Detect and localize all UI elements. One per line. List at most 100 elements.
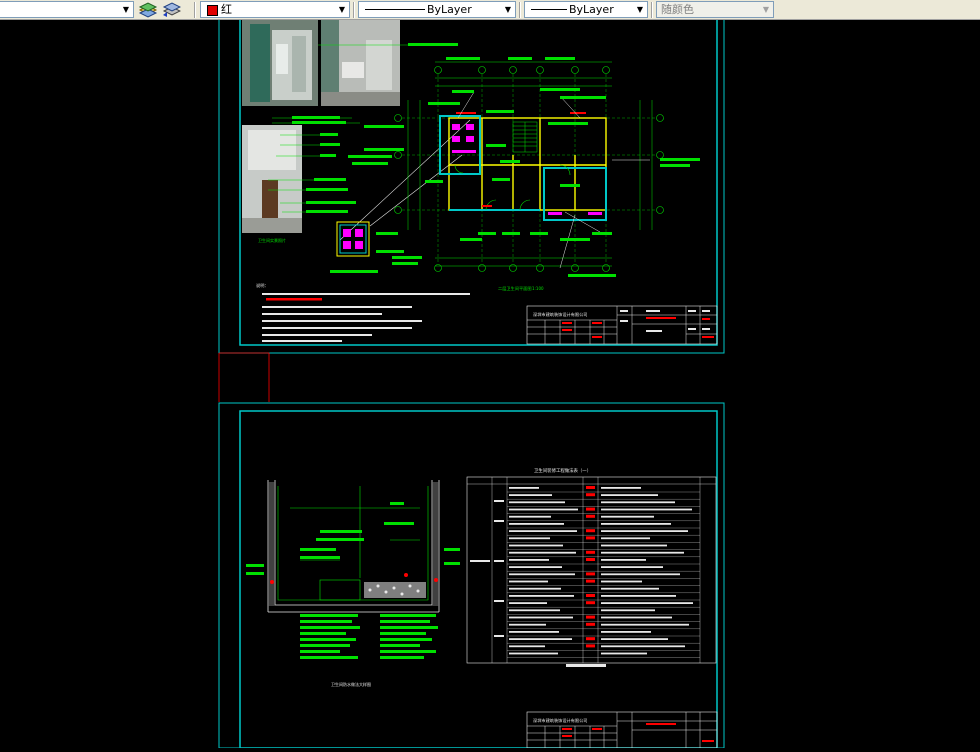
layers-stack-icon xyxy=(138,2,158,18)
toolbar-separator xyxy=(651,2,653,18)
table-cell-text xyxy=(509,609,560,612)
chevron-down-icon: ▼ xyxy=(338,5,346,14)
color-dropdown[interactable]: 红 ▼ xyxy=(200,1,350,18)
table-cell-text xyxy=(601,487,641,489)
table-cell-text xyxy=(509,566,562,568)
table-cell-text xyxy=(601,508,692,511)
table-cell-text xyxy=(601,638,668,640)
table-cell-text xyxy=(509,530,577,532)
lineweight-value: ByLayer xyxy=(569,3,614,16)
table-cell-text xyxy=(509,573,575,576)
table-group-label xyxy=(494,520,504,522)
toolbar-separator xyxy=(519,2,521,18)
chevron-down-icon: ▼ xyxy=(122,5,130,14)
toolbar-separator xyxy=(194,2,196,18)
plotstyle-dropdown[interactable]: 随颜色 ▼ xyxy=(656,1,774,18)
layer-previous-button[interactable] xyxy=(161,1,182,18)
plan-scale: 1:100 xyxy=(532,286,544,291)
table-cell-text xyxy=(601,559,646,561)
drawing-canvas[interactable]: 卫生间实景照片 二层卫生间平面图 1:100 说明： 深圳市建筑装饰设计有限公司… xyxy=(0,13,980,749)
layer-dropdown[interactable]: ▼ xyxy=(0,1,134,18)
table-cell-text xyxy=(509,580,548,583)
chevron-down-icon: ▼ xyxy=(762,5,770,14)
table-group-label xyxy=(494,500,504,502)
table-cell-text xyxy=(601,595,676,597)
table-red-mark xyxy=(586,493,595,497)
section-caption: 卫生间防水做法大样图 xyxy=(331,681,371,687)
table-cell-text xyxy=(601,544,667,547)
table-cell-text xyxy=(601,501,675,504)
table-cell-text xyxy=(509,652,558,655)
chevron-down-icon: ▼ xyxy=(504,5,512,14)
table-red-mark xyxy=(586,507,595,511)
color-swatch xyxy=(207,5,218,16)
table-red-mark xyxy=(586,637,595,641)
table-cell-text xyxy=(509,602,547,604)
cad-model-space[interactable]: 卫生间实景照片 二层卫生间平面图 1:100 说明： 深圳市建筑装饰设计有限公司… xyxy=(0,13,980,749)
table-cell-text xyxy=(509,551,576,554)
table-cell-text xyxy=(601,616,672,619)
table-red-mark xyxy=(586,558,595,561)
table-group-label xyxy=(494,635,504,637)
table-cell-text xyxy=(601,609,655,612)
make-current-layer-button[interactable] xyxy=(138,1,158,18)
table-red-mark xyxy=(586,622,595,626)
table-red-mark xyxy=(586,550,595,554)
table-cell-text xyxy=(601,587,659,590)
table-group-label xyxy=(494,560,504,562)
photo-toilet-2 xyxy=(321,20,400,106)
table-cell-text xyxy=(509,494,552,496)
photo-toilet-1 xyxy=(242,20,318,106)
table-cell-text xyxy=(601,580,642,583)
table-red-mark xyxy=(586,486,595,489)
table-cell-text xyxy=(509,523,564,525)
table-group-label xyxy=(494,600,504,602)
table-cell-text xyxy=(601,602,693,604)
notes-label: 说明： xyxy=(256,282,269,289)
table-cell-text xyxy=(601,631,651,633)
table-title: 卫生间装修工程做法表（一） xyxy=(534,467,591,474)
table-cell-text xyxy=(509,631,559,633)
table-cell-text xyxy=(509,638,572,640)
photo-corridor xyxy=(242,125,302,233)
table-cell-text xyxy=(509,537,550,540)
table-cell-text xyxy=(601,566,663,568)
table-red-mark xyxy=(586,601,595,605)
table-cell-text xyxy=(601,652,647,655)
toolbar-separator xyxy=(353,2,355,18)
linetype-sample xyxy=(365,9,425,10)
table-cell-text xyxy=(601,551,684,554)
table-group-label xyxy=(470,560,490,562)
linetype-value: ByLayer xyxy=(427,3,472,16)
table-red-mark xyxy=(586,514,595,518)
svg-text:卫生间实景照片: 卫生间实景照片 xyxy=(258,237,286,243)
table-red-mark xyxy=(586,529,595,533)
lineweight-sample xyxy=(531,9,567,10)
table-cell-text xyxy=(601,645,685,648)
table-cell-text xyxy=(509,595,574,597)
table-cell-text xyxy=(509,645,545,648)
table-cell-text xyxy=(601,530,688,532)
table-cell-text xyxy=(601,537,650,540)
table-cell-text xyxy=(509,487,539,489)
table-cell-text xyxy=(509,501,565,504)
lineweight-dropdown[interactable]: ByLayer ▼ xyxy=(524,1,648,18)
company-name-2: 深圳市建筑装饰设计有限公司 xyxy=(533,717,587,724)
properties-toolbar: ▼ 红 ▼ ByLayer ▼ ByLayer ▼ 随颜色 ▼ xyxy=(0,0,980,20)
table-cell-text xyxy=(601,494,658,496)
table-cell-text xyxy=(509,544,563,547)
table-red-mark xyxy=(586,644,595,648)
plotstyle-value: 随颜色 xyxy=(661,3,694,16)
table-cell-text xyxy=(509,616,573,619)
linetype-dropdown[interactable]: ByLayer ▼ xyxy=(358,1,516,18)
table-red-mark xyxy=(586,536,595,540)
table-cell-text xyxy=(601,573,680,576)
company-name: 深圳市建筑装饰设计有限公司 xyxy=(533,311,587,318)
table-cell-text xyxy=(601,515,654,518)
table-cell-text xyxy=(509,508,578,511)
table-cell-text xyxy=(509,623,546,626)
table-red-mark xyxy=(586,615,595,619)
color-value: 红 xyxy=(221,3,232,16)
table-cell-text xyxy=(509,559,549,561)
chevron-down-icon: ▼ xyxy=(636,5,644,14)
